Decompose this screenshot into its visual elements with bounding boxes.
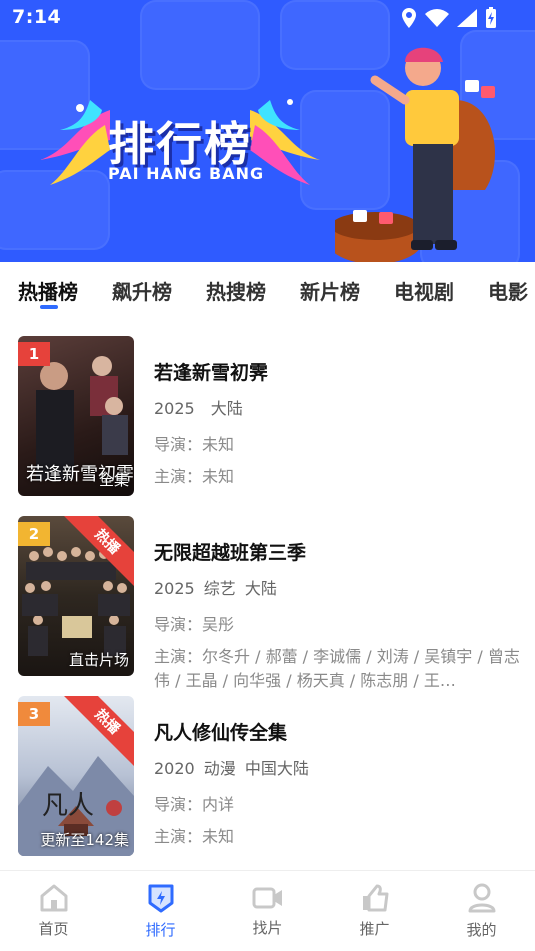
list-item[interactable]: 热播 2 直击片场 无限超越班第三季 2025 综艺 大陆 导演：吴彤 主演：尔… [0, 516, 535, 696]
director-label: 导演： [154, 435, 203, 454]
cast-label: 主演： [154, 647, 203, 666]
poster-image[interactable]: 热播 2 直击片场 [18, 516, 134, 676]
tab-indicator [40, 305, 58, 309]
director-value: 内详 [202, 795, 235, 814]
director-label: 导演： [154, 795, 203, 814]
item-info: 若逢新雪初霁 2025 大陆 导演：未知 主演：未知 [154, 358, 524, 489]
cast-label: 主演： [154, 827, 203, 846]
poster-caption: 全集 [98, 471, 129, 489]
signal-icon [457, 9, 477, 27]
item-info: 凡人修仙传全集 2020 动漫 中国大陆 导演：内详 主演：未知 [154, 718, 524, 849]
ranking-banner: 7:14 排行榜 PAI HANG BANG [0, 0, 535, 262]
rank-badge: 3 [18, 702, 50, 726]
item-title[interactable]: 凡人修仙传全集 [154, 718, 524, 745]
status-time: 7:14 [12, 6, 62, 28]
cast-label: 主演： [154, 467, 203, 486]
item-cast: 主演：尔冬升 / 郝蕾 / 李诚儒 / 刘涛 / 吴镇宇 / 曾志伟 / 王晶 … [154, 645, 524, 693]
ranking-tabs: 热播榜 飙升榜 热搜榜 新片榜 电视剧 电影 [0, 262, 535, 318]
director-value: 吴彤 [202, 615, 235, 634]
user-icon [468, 883, 495, 912]
director-value: 未知 [202, 435, 235, 454]
nav-home[interactable]: 首页 [0, 871, 107, 951]
ranking-icon [148, 884, 173, 912]
nav-label: 推广 [359, 919, 390, 938]
item-info: 无限超越班第三季 2025 综艺 大陆 导演：吴彤 主演：尔冬升 / 郝蕾 / … [154, 538, 524, 693]
nav-ranking[interactable]: 排行 [107, 871, 214, 951]
nav-label: 首页 [38, 919, 69, 938]
director-label: 导演： [154, 615, 203, 634]
nav-label: 排行 [145, 920, 176, 939]
video-camera-icon [252, 887, 282, 908]
item-cast: 主演：未知 [154, 465, 524, 489]
tab-tv[interactable]: 电视剧 [394, 276, 454, 305]
item-director: 导演：内详 [154, 791, 524, 815]
location-icon [402, 8, 416, 28]
poster-caption: 更新至142集 [40, 831, 129, 849]
promote-icon [362, 884, 388, 911]
status-bar: 7:14 [0, 0, 535, 36]
tab-movie[interactable]: 电影 [488, 276, 528, 305]
poster-image[interactable]: 1 若逢新雪初霁 全集 [18, 336, 134, 496]
list-item[interactable]: 1 若逢新雪初霁 全集 若逢新雪初霁 2025 大陆 导演：未知 主演：未知 [0, 336, 535, 516]
item-meta: 2020 动漫 中国大陆 [154, 759, 309, 778]
rank-badge: 1 [18, 342, 50, 366]
item-meta: 2025 综艺 大陆 [154, 579, 277, 598]
battery-icon [486, 7, 496, 28]
cast-value: 未知 [202, 467, 235, 486]
cast-value: 尔冬升 / 郝蕾 / 李诚儒 / 刘涛 / 吴镇宇 / 曾志伟 / 王晶 / 向… [154, 647, 520, 690]
home-icon [40, 884, 67, 911]
ranking-list: 1 若逢新雪初霁 全集 若逢新雪初霁 2025 大陆 导演：未知 主演：未知 热… [0, 336, 535, 876]
item-director: 导演：未知 [154, 431, 524, 455]
poster-image[interactable]: 热播 3 凡人 更新至142集 [18, 696, 134, 856]
tab-new[interactable]: 新片榜 [300, 276, 360, 305]
item-title[interactable]: 若逢新雪初霁 [154, 358, 524, 385]
person-illustration [335, 47, 495, 262]
item-meta: 2025 大陆 [154, 399, 243, 418]
poster-title-art: 凡人 [42, 791, 95, 821]
tab-rising[interactable]: 飙升榜 [112, 276, 172, 305]
nav-find[interactable]: 找片 [214, 871, 321, 951]
tab-search[interactable]: 热搜榜 [206, 276, 266, 305]
banner-subtitle: PAI HANG BANG [108, 164, 265, 183]
bottom-nav: 首页 排行 找片 推广 我的 [0, 870, 535, 951]
item-director: 导演：吴彤 [154, 611, 524, 635]
cast-value: 未知 [202, 827, 235, 846]
list-item[interactable]: 热播 3 凡人 更新至142集 凡人修仙传全集 2020 动漫 中国大陆 导演：… [0, 696, 535, 876]
nav-label: 找片 [252, 918, 283, 937]
rank-badge: 2 [18, 522, 50, 546]
nav-me[interactable]: 我的 [428, 871, 535, 951]
tab-hot[interactable]: 热播榜 [18, 276, 78, 305]
nav-label: 我的 [466, 920, 497, 939]
item-cast: 主演：未知 [154, 825, 524, 849]
nav-promote[interactable]: 推广 [321, 871, 428, 951]
wifi-icon [425, 9, 449, 27]
poster-caption: 直击片场 [68, 651, 129, 669]
item-title[interactable]: 无限超越班第三季 [154, 538, 524, 565]
